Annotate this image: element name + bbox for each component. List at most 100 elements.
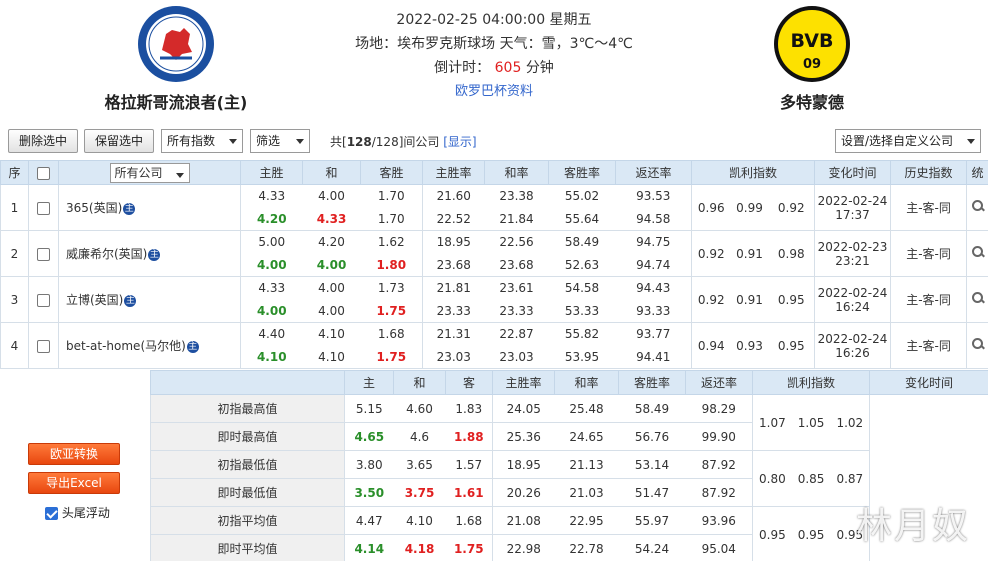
row-select[interactable]: [28, 230, 59, 277]
stats-odds-value: 4.6: [409, 429, 430, 444]
row-history-link[interactable]: 主-客-同: [890, 322, 968, 369]
delete-selected-button[interactable]: 删除选中: [8, 129, 78, 153]
opening-away-rate: 54.58: [564, 281, 600, 296]
odds-value: 4.33: [258, 281, 286, 296]
change-date: 2022-02-24: [817, 193, 888, 208]
live-away-odds: 1.80: [360, 253, 423, 277]
stats-odds: 5.15: [344, 394, 394, 423]
row-stats[interactable]: [966, 276, 988, 323]
stats-rate: 93.96: [685, 506, 753, 535]
stats-odds: 4.47: [344, 506, 394, 535]
filter-select[interactable]: 筛选: [250, 129, 310, 153]
row-stats[interactable]: [966, 322, 988, 369]
company-name[interactable]: 威廉希尔(英国): [66, 247, 147, 261]
stats-odds: 4.10: [393, 506, 446, 535]
table-row[interactable]: 4 bet-at-home(马尔他) 主 4.40 4.10 1.68 21.31 22.87…: [0, 322, 988, 369]
convert-button[interactable]: 欧亚转换: [28, 443, 120, 465]
stats-rate: 53.14: [618, 450, 686, 479]
table-row[interactable]: 3 立博(英国) 主 4.33 4.00 1.73 21.81 23.61 54.58 94.43…: [0, 276, 988, 323]
checkbox[interactable]: [37, 293, 50, 307]
checkbox[interactable]: [37, 166, 50, 180]
row-change-time: 2022-02-24 17:37: [814, 184, 892, 231]
stats-rate: 22.95: [554, 506, 619, 535]
float-toggle[interactable]: 头尾浮动: [45, 504, 110, 521]
checkbox[interactable]: [37, 339, 50, 353]
row-history-link[interactable]: 主-客-同: [890, 184, 968, 231]
company-name[interactable]: 立博(英国): [66, 293, 123, 307]
search-icon[interactable]: [971, 199, 985, 213]
filter-value: 筛选: [256, 134, 281, 148]
checkbox[interactable]: [37, 201, 50, 215]
stats-rate: 24.65: [554, 422, 619, 451]
show-link[interactable]: [显示]: [443, 135, 476, 149]
opening-away-rate: 58.49: [564, 235, 600, 250]
row-stats[interactable]: [966, 184, 988, 231]
stats-col-home: 主: [344, 370, 394, 395]
odds-value: 1.73: [377, 281, 405, 296]
search-icon[interactable]: [971, 337, 985, 351]
opening-draw-rate: 22.56: [499, 235, 534, 250]
live-draw-rate: 23.68: [484, 253, 549, 277]
row-company[interactable]: 立博(英国) 主: [58, 276, 241, 323]
checkbox[interactable]: [37, 247, 50, 261]
table-row[interactable]: 1 365(英国) 主 4.33 4.00 1.70 21.60 23.38 55.02 93.5…: [0, 184, 988, 231]
index-filter-value: 所有指数: [167, 134, 216, 148]
opening-return-rate: 93.53: [615, 184, 692, 208]
stats-rate: 56.76: [618, 422, 686, 451]
stats-odds-value: 4.14: [354, 541, 385, 556]
row-history-link[interactable]: 主-客-同: [890, 276, 968, 323]
kelly-draw: 0.99: [730, 184, 769, 231]
opening-home-odds: 5.00: [240, 230, 303, 254]
stats-rate: 25.48: [554, 394, 619, 423]
stats-rate: 25.36: [492, 422, 555, 451]
stats-rate: 21.03: [554, 478, 619, 507]
side-panel: 欧亚转换 导出Excel 头尾浮动: [0, 370, 150, 561]
company-filter-select[interactable]: 所有公司: [109, 162, 190, 183]
row-select[interactable]: [28, 322, 59, 369]
odds-value: 1.62: [377, 235, 405, 250]
row-select[interactable]: [28, 184, 59, 231]
col-home-win: 主胜: [240, 160, 303, 185]
odds-value: 5.00: [258, 235, 286, 250]
competition-link[interactable]: 欧罗巴杯资料: [300, 80, 688, 104]
odds-value: 4.00: [318, 281, 345, 296]
odds-value: 4.40: [258, 327, 286, 342]
row-company[interactable]: 威廉希尔(英国) 主: [58, 230, 241, 277]
row-company[interactable]: bet-at-home(马尔他) 主: [58, 322, 241, 369]
row-stats[interactable]: [966, 230, 988, 277]
table-row[interactable]: 2 威廉希尔(英国) 主 5.00 4.20 1.62 18.95 22.56 58.49 94.…: [0, 230, 988, 277]
change-date: 2022-02-24: [817, 331, 888, 346]
stats-col-away: 客: [445, 370, 493, 395]
live-home-rate: 23.33: [422, 299, 485, 323]
row-select[interactable]: [28, 276, 59, 323]
opening-away-rate: 55.02: [564, 189, 600, 204]
stats-odds-value: 1.61: [453, 485, 484, 500]
row-history-link[interactable]: 主-客-同: [890, 230, 968, 277]
live-home-rate: 23.68: [422, 253, 485, 277]
company-name[interactable]: 365(英国): [66, 201, 122, 215]
float-checkbox[interactable]: [45, 507, 58, 520]
live-away-odds: 1.70: [360, 207, 423, 231]
search-icon[interactable]: [971, 245, 985, 259]
search-icon[interactable]: [971, 291, 985, 305]
row-company[interactable]: 365(英国) 主: [58, 184, 241, 231]
odds-value: 4.00: [318, 189, 345, 204]
row-change-time: 2022-02-24 16:26: [814, 322, 892, 369]
live-home-odds: 4.10: [240, 345, 303, 369]
count-shown: 128: [346, 135, 372, 149]
rangers-logo: [136, 4, 216, 84]
stats-rate: 22.98: [492, 534, 555, 561]
countdown-label: 倒计时：: [434, 60, 491, 76]
index-filter-select[interactable]: 所有指数: [161, 129, 243, 153]
company-name[interactable]: bet-at-home(马尔他): [66, 339, 186, 353]
stats-odds-value: 3.80: [355, 457, 383, 472]
stats-odds-value: 4.60: [406, 401, 433, 416]
col-home-rate: 主胜率: [422, 160, 485, 185]
keep-selected-button[interactable]: 保留选中: [84, 129, 154, 153]
select-all-checkbox[interactable]: [28, 160, 59, 185]
row-seq: 2: [0, 230, 29, 277]
live-return-rate: 94.74: [615, 253, 692, 277]
home-badge-icon: 主: [124, 294, 137, 307]
custom-company-select[interactable]: 设置/选择自定义公司: [835, 129, 981, 153]
export-excel-button[interactable]: 导出Excel: [28, 472, 120, 494]
